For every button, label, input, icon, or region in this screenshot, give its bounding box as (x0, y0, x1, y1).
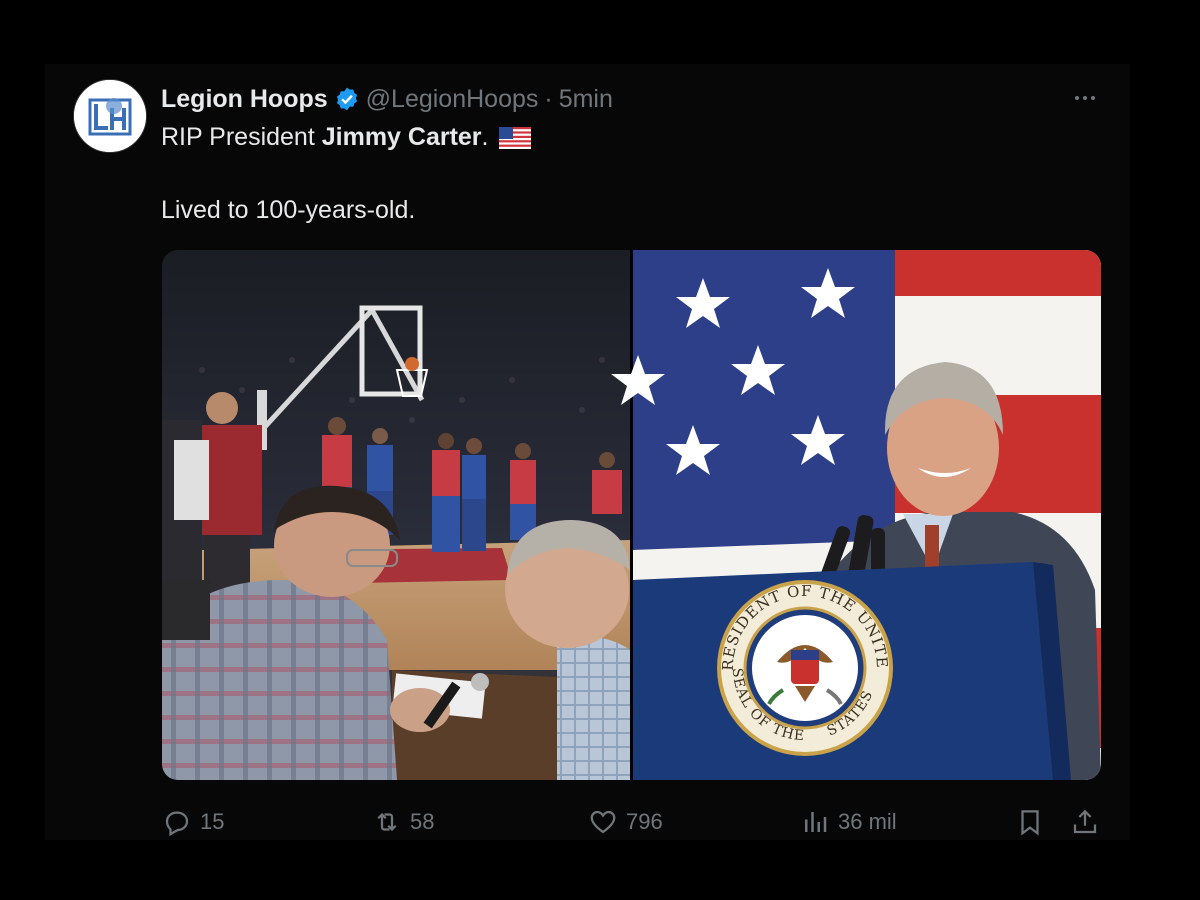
repost-button[interactable]: 58 (372, 805, 434, 839)
action-bar: 15 58 796 36 mil (160, 805, 1105, 839)
media-photos: PRESIDENT OF THE UNITED SEAL OF THE STAT… (162, 250, 1101, 780)
bookmark-button[interactable] (1015, 805, 1045, 839)
tweet-text-prefix: RIP President (161, 123, 322, 151)
tweet-text-bold: Jimmy Carter (321, 123, 482, 151)
views-button[interactable]: 36 mil (800, 805, 897, 839)
tweet-text-line2: Lived to 100-years-old. (161, 196, 416, 224)
like-button[interactable]: 796 (588, 805, 663, 839)
separator-dot: · (544, 84, 553, 113)
views-count: 36 mil (838, 809, 897, 834)
tweet-header: Legion Hoops @LegionHoops · 5min (161, 84, 613, 114)
share-icon (1073, 809, 1097, 834)
reply-count: 15 (200, 809, 225, 834)
verified-icon (336, 87, 357, 111)
tweet-text-line1: RIP President Jimmy Carter . (161, 123, 531, 152)
like-icon (590, 810, 616, 834)
views-icon (805, 812, 827, 832)
like-count: 796 (626, 809, 663, 834)
media-grid[interactable]: PRESIDENT OF THE UNITED SEAL OF THE STAT… (162, 250, 1101, 780)
repost-icon (377, 812, 397, 832)
podium-photo: PRESIDENT OF THE UNITED SEAL OF THE STAT… (611, 250, 1101, 780)
bookmark-icon (1021, 810, 1039, 836)
avatar[interactable] (73, 79, 147, 153)
basketball-photo (162, 250, 630, 780)
reply-button[interactable]: 15 (162, 805, 224, 839)
display-name[interactable]: Legion Hoops (161, 85, 328, 114)
legion-hoops-logo (74, 80, 146, 152)
timestamp[interactable]: 5min (559, 85, 613, 114)
repost-count: 58 (410, 809, 435, 834)
reply-icon (165, 811, 189, 837)
share-button[interactable] (1070, 805, 1100, 839)
us-flag-emoji (498, 126, 531, 149)
handle[interactable]: @LegionHoops (366, 85, 539, 114)
more-icon[interactable] (1068, 90, 1102, 106)
tweet-text-suffix: . (481, 123, 489, 151)
